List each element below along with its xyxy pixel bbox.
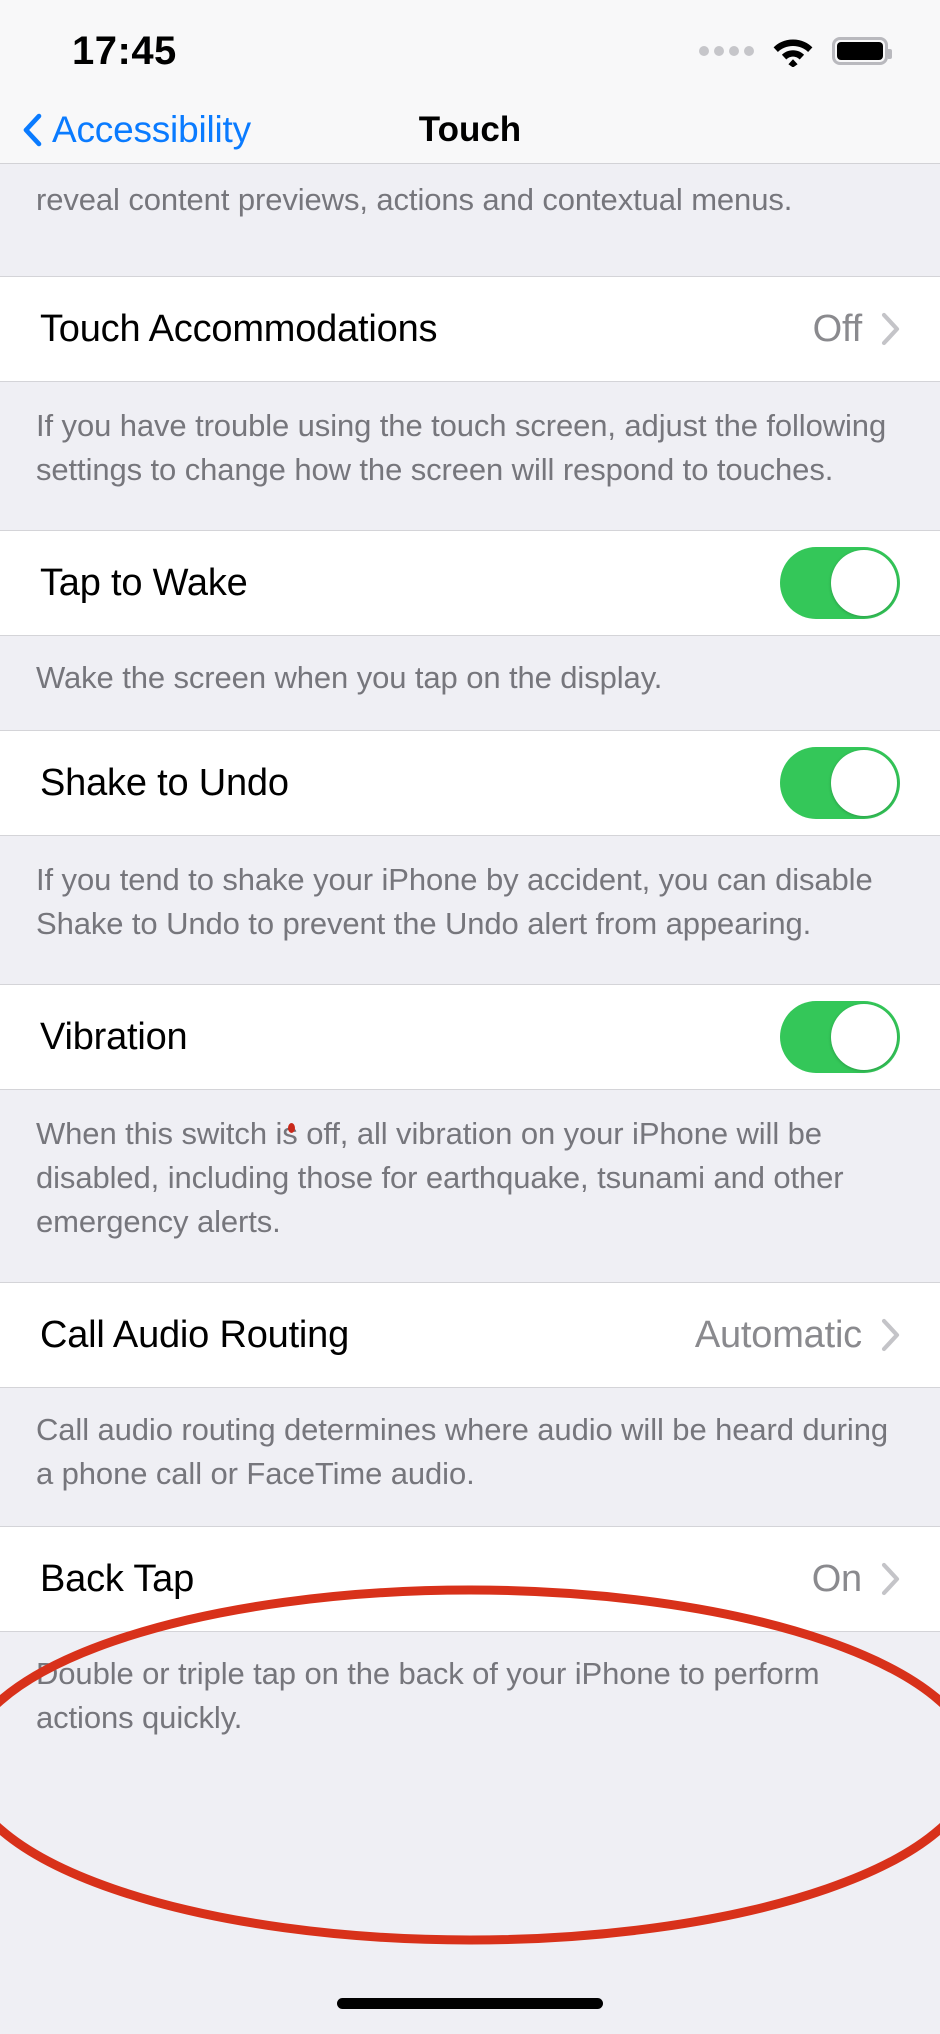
wifi-icon bbox=[773, 39, 813, 67]
row-label: Shake to Undo bbox=[40, 761, 289, 804]
section-tap-to-wake: Tap to Wake bbox=[0, 530, 940, 636]
footer-call-audio-routing: Call audio routing determines where audi… bbox=[0, 1388, 940, 1526]
footer-shake-to-undo: If you tend to shake your iPhone by acci… bbox=[0, 836, 940, 984]
settings-list: reveal content previews, actions and con… bbox=[0, 164, 940, 1770]
footer-tap-to-wake: Wake the screen when you tap on the disp… bbox=[0, 636, 940, 730]
section-shake-to-undo: Shake to Undo bbox=[0, 730, 940, 836]
row-tap-to-wake: Tap to Wake bbox=[0, 531, 940, 635]
row-value: Automatic bbox=[694, 1313, 862, 1356]
row-vibration: Vibration bbox=[0, 985, 940, 1089]
row-value: Off bbox=[812, 307, 863, 350]
footer-touch-accommodations: If you have trouble using the touch scre… bbox=[0, 382, 940, 530]
footer-3d-touch: reveal content previews, actions and con… bbox=[0, 164, 940, 276]
row-label: Touch Accommodations bbox=[40, 307, 438, 350]
row-touch-accommodations[interactable]: Touch Accommodations Off bbox=[0, 277, 940, 381]
battery-full-icon bbox=[832, 37, 892, 65]
vibration-toggle[interactable] bbox=[780, 1001, 900, 1073]
iphone-screen: 17:45 Accessibility Touch reveal content… bbox=[0, 0, 940, 2034]
tap-to-wake-toggle[interactable] bbox=[780, 547, 900, 619]
status-bar-indicators bbox=[699, 29, 892, 67]
cellular-dots-icon bbox=[699, 46, 754, 56]
row-value: On bbox=[811, 1557, 862, 1600]
shake-to-undo-toggle[interactable] bbox=[780, 747, 900, 819]
footer-back-tap: Double or triple tap on the back of your… bbox=[0, 1632, 940, 1770]
navigation-bar: Accessibility Touch bbox=[0, 96, 940, 164]
row-shake-to-undo: Shake to Undo bbox=[0, 731, 940, 835]
row-label: Tap to Wake bbox=[40, 561, 248, 604]
row-label: Call Audio Routing bbox=[40, 1313, 350, 1356]
status-bar: 17:45 bbox=[0, 0, 940, 96]
row-label: Back Tap bbox=[40, 1557, 195, 1600]
chevron-right-icon bbox=[881, 1318, 900, 1352]
chevron-right-icon bbox=[881, 1562, 900, 1596]
red-dot-artifact bbox=[288, 1123, 295, 1133]
row-label: Vibration bbox=[40, 1015, 188, 1058]
row-back-tap[interactable]: Back Tap On bbox=[0, 1527, 940, 1631]
row-call-audio-routing[interactable]: Call Audio Routing Automatic bbox=[0, 1283, 940, 1387]
status-bar-clock: 17:45 bbox=[72, 28, 177, 73]
section-call-audio-routing: Call Audio Routing Automatic bbox=[0, 1282, 940, 1388]
section-vibration: Vibration bbox=[0, 984, 940, 1090]
chevron-right-icon bbox=[881, 312, 900, 346]
home-indicator bbox=[337, 1998, 603, 2009]
footer-vibration: When this switch is off, all vibration o… bbox=[0, 1090, 940, 1282]
section-back-tap: Back Tap On bbox=[0, 1526, 940, 1632]
page-title: Touch bbox=[418, 110, 522, 149]
section-touch-accommodations: Touch Accommodations Off bbox=[0, 276, 940, 382]
